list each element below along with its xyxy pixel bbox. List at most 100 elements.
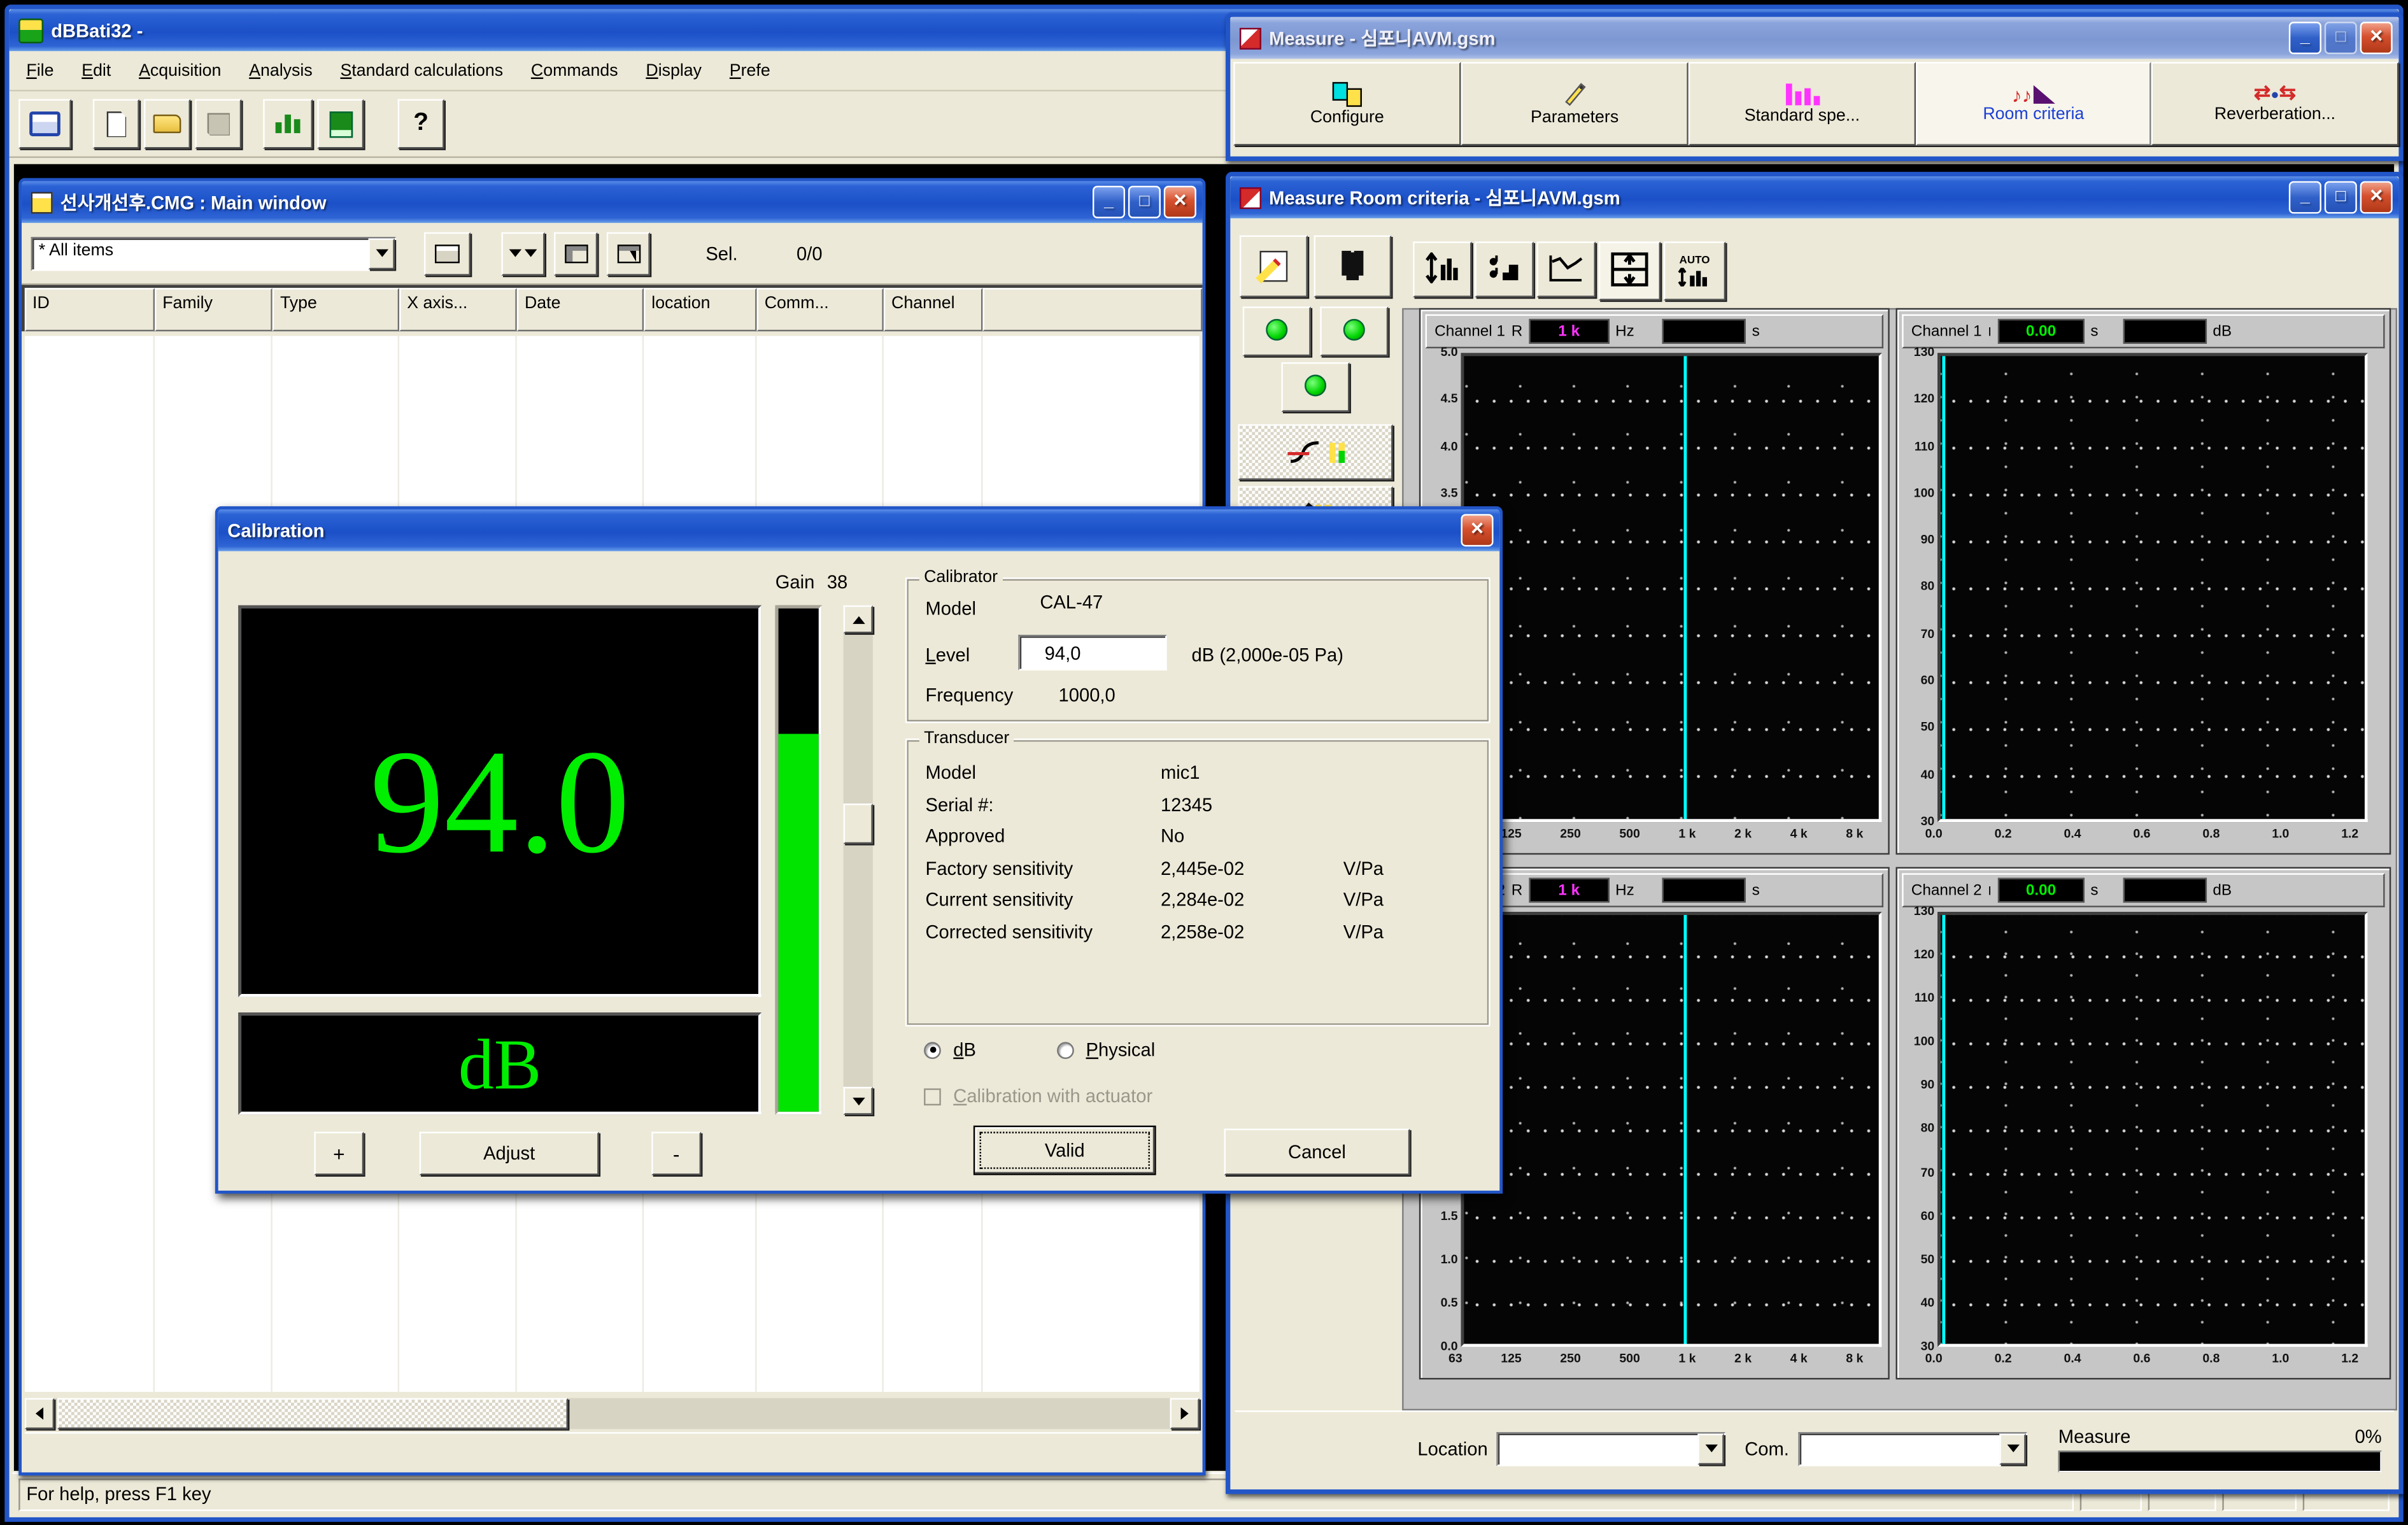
unit-label: s (1752, 323, 1760, 340)
cursor-line[interactable] (1683, 356, 1687, 819)
adjust-button[interactable]: Adjust (420, 1131, 599, 1175)
printer-button[interactable] (18, 99, 71, 149)
cursor-line[interactable] (1942, 915, 1945, 1344)
scroll-right-icon[interactable] (1170, 1398, 1200, 1429)
auto-scale-button[interactable]: AUTO (1664, 241, 1725, 300)
measure-titlebar[interactable]: Measure - 심포니AVM.gsm _ □ ✕ (1230, 17, 2398, 59)
calibration-titlebar[interactable]: Calibration ✕ (218, 509, 1500, 551)
gain-scrollbar[interactable] (844, 606, 873, 1115)
edit-measure-button[interactable] (1240, 236, 1308, 297)
sel-value: 0/0 (797, 243, 823, 264)
calculator-button[interactable] (317, 99, 364, 149)
y-tick: 50 (1921, 722, 1935, 734)
maximize-icon[interactable]: □ (2325, 181, 2357, 213)
menu-item[interactable]: Standard calculations (327, 57, 517, 85)
level-input[interactable]: 94,0 (1018, 635, 1166, 670)
minimize-icon[interactable]: _ (2289, 22, 2321, 54)
probe-button[interactable] (1314, 236, 1392, 297)
close-icon[interactable]: ✕ (2360, 181, 2393, 213)
notes-steps-button[interactable] (1475, 241, 1533, 297)
valid-button[interactable]: Valid (974, 1126, 1156, 1175)
chart-export-button[interactable] (263, 99, 313, 149)
plus-button[interactable]: + (314, 1131, 364, 1175)
open-button[interactable] (144, 99, 190, 149)
physical-radio[interactable] (1056, 1041, 1073, 1058)
db-radio[interactable] (924, 1041, 941, 1058)
help-button[interactable]: ? (398, 99, 444, 149)
select-view-icon (617, 244, 640, 262)
configure-button[interactable]: Configure (1233, 62, 1461, 145)
close-icon[interactable]: ✕ (1461, 514, 1493, 546)
minimize-icon[interactable]: _ (1093, 186, 1125, 218)
scroll-left-icon[interactable] (25, 1398, 54, 1429)
menu-item[interactable]: Prefe (716, 57, 784, 85)
column-header-channel[interactable]: Channel (884, 288, 983, 331)
y-tick: 50 (1921, 1254, 1935, 1266)
maximize-icon[interactable]: □ (1128, 186, 1161, 218)
menu-item[interactable]: Acquisition (125, 57, 235, 85)
standard-spectrum-button[interactable]: Standard spe... (1689, 62, 1916, 145)
line-chart-button[interactable] (1537, 241, 1596, 297)
column-header-family[interactable]: Family (155, 288, 273, 331)
led-button-2[interactable] (1320, 306, 1388, 356)
column-header-id[interactable]: ID (25, 288, 155, 331)
chevron-down-icon[interactable] (368, 238, 394, 269)
minimize-icon[interactable]: _ (2289, 181, 2321, 213)
filter-combobox[interactable]: * All items (31, 236, 397, 270)
standard-spectrum-label: Standard spe... (1745, 106, 1860, 125)
column-header-type[interactable]: Type (273, 288, 399, 331)
save-button[interactable] (195, 99, 241, 149)
scroll-up-icon[interactable] (844, 606, 873, 634)
new-document-button[interactable] (93, 99, 139, 149)
cursor-line[interactable] (1942, 356, 1945, 819)
maximize-icon[interactable]: □ (2325, 22, 2357, 54)
level-label: Level (925, 644, 970, 666)
column-header-xaxis[interactable]: X axis... (399, 288, 517, 331)
menu-item[interactable]: File (12, 57, 67, 85)
horizontal-scrollbar[interactable] (25, 1398, 1200, 1429)
chevron-down-icon[interactable] (1698, 1433, 1724, 1464)
room-titlebar[interactable]: Measure Room criteria - 심포니AVM.gsm _ □ ✕ (1230, 176, 2398, 218)
menu-item[interactable]: Display (632, 57, 715, 85)
column-header-location[interactable]: location (644, 288, 756, 331)
sort-button[interactable] (502, 232, 545, 275)
led-button-3[interactable] (1282, 362, 1350, 412)
y-tick: 130 (1914, 905, 1934, 918)
close-icon[interactable]: ✕ (2360, 22, 2393, 54)
card-view-button[interactable] (424, 232, 471, 275)
y-tick: 70 (1921, 628, 1935, 641)
reverberation-button[interactable]: ⇄●⇆ Reverberation... (2151, 62, 2399, 145)
chevron-down-icon[interactable] (1999, 1433, 2025, 1464)
list-view-button[interactable] (554, 232, 597, 275)
cancel-button[interactable]: Cancel (1224, 1129, 1410, 1175)
column-header-comment[interactable]: Comm... (757, 288, 884, 331)
menu-item[interactable]: Edit (67, 57, 125, 85)
y-tick: 110 (1915, 993, 1934, 1005)
y-tick: 120 (1914, 949, 1934, 961)
channel-label: Channel 1 (1911, 323, 1982, 340)
split-view-button[interactable] (1599, 241, 1661, 300)
overload-check-button[interactable] (1238, 424, 1392, 480)
gain-slider-thumb[interactable] (844, 804, 873, 844)
select-view-button[interactable] (607, 232, 650, 275)
location-combobox[interactable] (1497, 1431, 1726, 1465)
led-button-1[interactable] (1243, 306, 1311, 356)
transducer-row-value: 12345 (1161, 793, 1343, 815)
comment-combobox[interactable] (1798, 1431, 2027, 1465)
cursor-line[interactable] (1683, 915, 1687, 1344)
column-header-date[interactable]: Date (517, 288, 644, 331)
minus-button[interactable]: - (651, 1131, 701, 1175)
time-readout (1662, 878, 1746, 903)
close-icon[interactable]: ✕ (1164, 186, 1196, 218)
room-criteria-button[interactable]: ♪♪ Room criteria (1916, 62, 2151, 145)
browser-titlebar[interactable]: 선사개선후.CMG : Main window _ □ ✕ (22, 181, 1203, 223)
menu-item[interactable]: Analysis (235, 57, 326, 85)
unit-radio-row: dB Physical (924, 1039, 1155, 1061)
scrollbar-thumb[interactable] (57, 1398, 568, 1429)
parameters-button[interactable]: Parameters (1461, 62, 1688, 145)
menu-item[interactable]: Commands (517, 57, 632, 85)
y-tick: 80 (1921, 1123, 1935, 1135)
scale-bars-button[interactable] (1413, 241, 1471, 297)
scroll-down-icon[interactable] (844, 1087, 873, 1115)
actuator-checkbox[interactable] (924, 1088, 941, 1105)
